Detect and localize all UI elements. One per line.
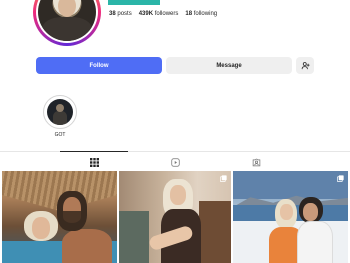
tagged-icon bbox=[252, 158, 260, 166]
tab-tagged[interactable] bbox=[250, 156, 262, 168]
grid-icon bbox=[89, 157, 99, 167]
highlight-got[interactable] bbox=[43, 95, 77, 129]
post-thumbnail[interactable] bbox=[233, 171, 348, 263]
tab-posts[interactable] bbox=[88, 156, 100, 168]
message-button[interactable]: Message bbox=[166, 57, 292, 74]
highlight-label: GOT bbox=[54, 132, 66, 138]
tab-divider bbox=[0, 151, 350, 152]
tab-reels[interactable] bbox=[169, 156, 181, 168]
profile-stats: 38 posts 439K followers 18 following bbox=[109, 11, 217, 17]
carousel-icon bbox=[220, 175, 227, 182]
follow-button[interactable]: Follow bbox=[36, 57, 162, 74]
carousel-icon bbox=[337, 175, 344, 182]
post-thumbnail[interactable] bbox=[2, 171, 117, 263]
add-user-icon bbox=[301, 62, 310, 70]
reels-icon bbox=[170, 157, 180, 167]
tab-active-indicator bbox=[60, 151, 128, 152]
highlight-cover bbox=[47, 99, 73, 125]
following-stat[interactable]: 18 following bbox=[185, 11, 217, 17]
suggest-users-button[interactable] bbox=[296, 57, 314, 74]
followers-stat[interactable]: 439K followers bbox=[139, 11, 179, 17]
posts-stat[interactable]: 38 posts bbox=[109, 11, 132, 17]
post-thumbnail[interactable] bbox=[119, 171, 231, 263]
profile-avatar[interactable] bbox=[33, 0, 101, 46]
profile-name-bar bbox=[108, 0, 160, 5]
avatar-image bbox=[38, 0, 96, 41]
